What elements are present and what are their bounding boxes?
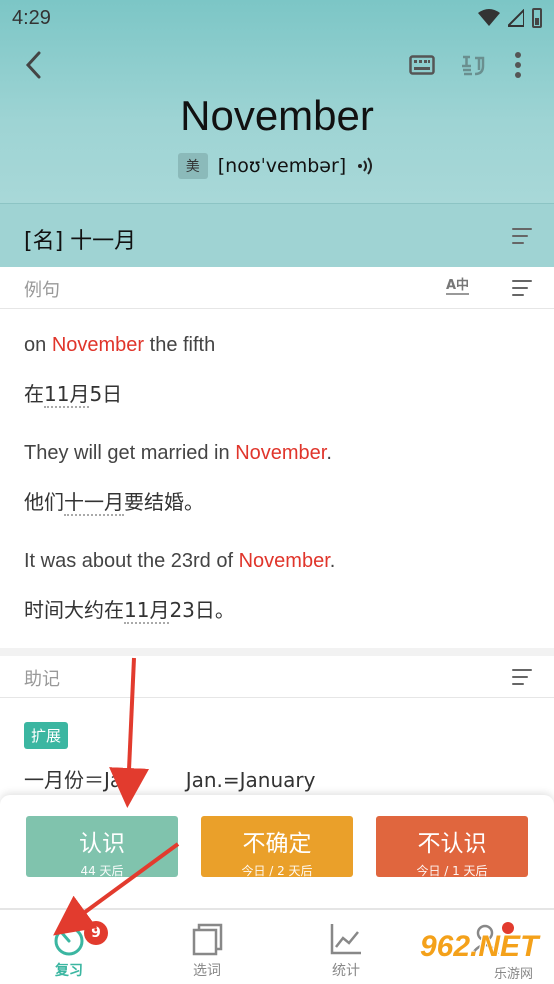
- spelling-icon: [462, 55, 485, 76]
- answer-panel: 认识 44 天后 不确定 今日 / 2 天后 不认识 今日 / 1 天后: [0, 795, 554, 910]
- menu-icon[interactable]: [512, 669, 534, 687]
- example-chinese: 时间大约在11月23日。: [24, 598, 235, 624]
- status-time: 4:29: [12, 7, 51, 29]
- timer-icon: [54, 926, 84, 956]
- meaning-bar: [名] 十一月: [0, 203, 554, 267]
- mnemonic-label: 助记: [24, 669, 60, 690]
- accent-badge: 美: [177, 153, 208, 179]
- mnemonic-section-header: 助记: [0, 656, 554, 698]
- more-vertical-icon: [515, 52, 521, 78]
- watermark-logo: 962.NET: [420, 930, 539, 963]
- menu-icon[interactable]: [512, 280, 534, 298]
- menu-icon[interactable]: [512, 228, 534, 246]
- examples-section-header: 例句 A中: [0, 267, 554, 309]
- back-button[interactable]: [18, 48, 48, 82]
- nav-select-words[interactable]: 选词: [162, 922, 252, 984]
- word-title: November: [180, 92, 374, 139]
- examples-list: on November the fifth 在11月5日 They will g…: [0, 310, 554, 648]
- status-bar: 4:29: [0, 0, 554, 38]
- phonetic-text: [noʊˈvembər]: [217, 155, 347, 177]
- meaning-text: [名] 十一月: [24, 229, 137, 254]
- speaker-icon[interactable]: [356, 156, 376, 176]
- pronunciation-row: 美 [noʊˈvembər]: [0, 153, 554, 179]
- example-english: It was about the 23rd of November.: [24, 550, 336, 572]
- more-options-button[interactable]: [503, 50, 533, 80]
- word-header: 4:29 November 美 [noʊˈvembər]: [0, 0, 554, 203]
- expand-tag: 扩展: [24, 722, 69, 749]
- translate-icon[interactable]: A中: [446, 279, 470, 295]
- unsure-button[interactable]: 不确定 今日 / 2 天后: [201, 816, 353, 878]
- example-chinese: 他们十一月要结婚。: [24, 490, 204, 516]
- cards-icon: [192, 923, 223, 956]
- example-english: on November the fifth: [24, 334, 216, 356]
- nav-review[interactable]: 复习 9: [24, 921, 114, 984]
- dont-know-button[interactable]: 不认识 今日 / 1 天后: [376, 816, 528, 878]
- mnemonic-body: 扩展 一月份＝Jan. Jan.=January: [0, 698, 554, 798]
- wifi-icon: [478, 9, 500, 26]
- site-watermark: 962.NET 乐游网: [412, 930, 552, 984]
- nav-statistics[interactable]: 统计: [301, 922, 391, 984]
- mnemonic-line: 一月份＝Jan. Jan.=January: [24, 768, 316, 792]
- keyboard-icon: [409, 55, 435, 75]
- example-chinese: 在11月5日: [24, 382, 123, 408]
- signal-icon: [508, 9, 524, 27]
- examples-label: 例句: [24, 280, 60, 301]
- battery-icon: [532, 8, 542, 28]
- status-icons: [478, 8, 542, 28]
- watermark-subtitle: 乐游网: [494, 967, 534, 982]
- keyboard-button[interactable]: [407, 50, 437, 80]
- section-divider: [0, 648, 554, 656]
- know-button[interactable]: 认识 44 天后: [26, 816, 178, 878]
- spelling-button[interactable]: [458, 50, 488, 80]
- example-english: They will get married in November.: [24, 442, 332, 464]
- chevron-left-icon: [25, 51, 41, 79]
- review-count-badge: 9: [84, 921, 108, 945]
- line-chart-icon: [330, 924, 361, 955]
